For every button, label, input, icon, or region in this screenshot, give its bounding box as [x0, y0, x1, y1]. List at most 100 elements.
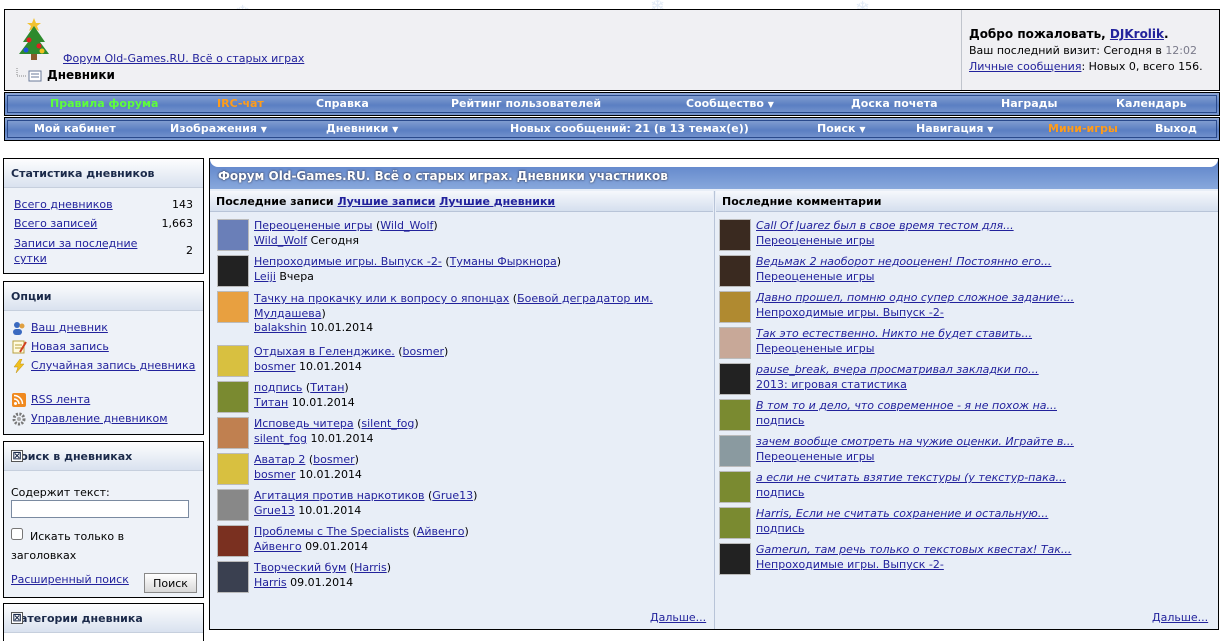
- nav-diaries[interactable]: Дневники ▼: [326, 122, 398, 135]
- nav-navigation[interactable]: Навигация ▼: [916, 122, 993, 135]
- comment-text-link[interactable]: зачем вообще смотреть на чужие оценки. И…: [756, 435, 1074, 448]
- nav-my-cabinet[interactable]: Мой кабинет: [34, 122, 116, 135]
- entry-diary-link[interactable]: Титан: [310, 381, 344, 394]
- entry-author-link[interactable]: Leiji: [254, 270, 276, 283]
- option-manage-diary[interactable]: Управление дневником: [11, 410, 197, 427]
- comment-text-link[interactable]: Давно прошел, помню одно супер сложное з…: [756, 291, 1074, 304]
- comment-entry-link[interactable]: 2013: игровая статистика: [756, 378, 907, 391]
- entry-author-link[interactable]: bosmer: [254, 468, 295, 481]
- comment-text-link[interactable]: pause_break, вчера просматривал закладки…: [756, 363, 1039, 376]
- entry-author-link[interactable]: Grue13: [254, 504, 295, 517]
- comment-entry-link[interactable]: Переоцененые игры: [756, 270, 874, 283]
- option-new-entry[interactable]: Новая запись: [11, 338, 197, 355]
- avatar[interactable]: [719, 507, 751, 539]
- entry-diary-link[interactable]: bosmer: [313, 453, 354, 466]
- entry-title-link[interactable]: подпись: [254, 381, 302, 394]
- option-label[interactable]: Случайная запись дневника: [31, 359, 195, 372]
- search-input[interactable]: [11, 500, 189, 518]
- comment-entry-link[interactable]: Переоцененые игры: [756, 234, 874, 247]
- entry-diary-link[interactable]: silent_fog: [361, 417, 414, 430]
- more-comments-link[interactable]: Дальше...: [1152, 611, 1208, 624]
- tab-latest-entries[interactable]: Последние записи: [216, 195, 334, 208]
- nav-irc-chat[interactable]: IRC-чат: [217, 97, 264, 110]
- nav-new-messages[interactable]: Новых сообщений: 21 (в 13 темах(е)): [510, 122, 749, 135]
- comment-text-link[interactable]: Call Of Juarez был в свое время тестом д…: [756, 219, 1014, 232]
- entry-title-link[interactable]: Исповедь читера: [254, 417, 354, 430]
- tab-best-diaries[interactable]: Лучшие дневники: [439, 195, 555, 208]
- entry-diary-link[interactable]: Wild_Wolf: [380, 219, 433, 232]
- entry-author-link[interactable]: Wild_Wolf: [254, 234, 307, 247]
- entry-author-link[interactable]: balakshin: [254, 321, 307, 334]
- entry-title-link[interactable]: Творческий бум: [254, 561, 346, 574]
- stat-label[interactable]: Всего дневников: [14, 198, 144, 211]
- tab-best-entries[interactable]: Лучшие записи: [337, 195, 435, 208]
- entry-title-link[interactable]: Проблемы с The Specialists: [254, 525, 409, 538]
- collapse-icon[interactable]: ⊠: [11, 450, 23, 462]
- avatar[interactable]: [217, 219, 249, 251]
- comment-text-link[interactable]: Так это естественно. Никто не будет став…: [756, 327, 1032, 340]
- avatar[interactable]: [217, 255, 249, 287]
- option-label[interactable]: Управление дневником: [31, 412, 168, 425]
- nav-awards[interactable]: Награды: [1001, 97, 1058, 110]
- comment-text-link[interactable]: Ведьмак 2 наоборот недооценен! Постоянно…: [756, 255, 1051, 268]
- avatar[interactable]: [217, 561, 249, 593]
- comment-entry-link[interactable]: Непроходимые игры. Выпуск -2-: [756, 306, 944, 319]
- entry-title-link[interactable]: Аватар 2: [254, 453, 305, 466]
- avatar[interactable]: [217, 417, 249, 449]
- comment-entry-link[interactable]: Непроходимые игры. Выпуск -2-: [756, 558, 944, 571]
- collapse-icon[interactable]: ⊠: [11, 612, 23, 624]
- christmas-tree-logo-icon[interactable]: [15, 16, 53, 64]
- nav-help[interactable]: Справка: [316, 97, 369, 110]
- nav-rules[interactable]: Правила форума: [50, 97, 158, 110]
- comment-entry-link[interactable]: Переоцененые игры: [756, 342, 874, 355]
- entry-title-link[interactable]: Тачку на прокачку или к вопросу о японца…: [254, 292, 509, 305]
- entry-diary-link[interactable]: Harris: [354, 561, 387, 574]
- avatar[interactable]: [719, 219, 751, 251]
- advanced-search-link[interactable]: Расширенный поиск: [11, 573, 129, 586]
- avatar[interactable]: [719, 435, 751, 467]
- nav-calendar[interactable]: Календарь: [1116, 97, 1187, 110]
- option-label[interactable]: Новая запись: [31, 340, 109, 353]
- nav-search[interactable]: Поиск ▼: [817, 122, 865, 135]
- stat-label[interactable]: Записи за последние сутки: [14, 236, 144, 266]
- avatar[interactable]: [217, 453, 249, 485]
- entry-author-link[interactable]: Айвенго: [254, 540, 302, 553]
- nav-community[interactable]: Сообщество ▼: [686, 97, 774, 110]
- nav-mini-games[interactable]: Мини-игры: [1048, 122, 1118, 135]
- entry-author-link[interactable]: Титан: [254, 396, 288, 409]
- avatar[interactable]: [217, 489, 249, 521]
- entry-title-link[interactable]: Агитация против наркотиков: [254, 489, 425, 502]
- entry-diary-link[interactable]: Туманы Фыркнора: [450, 255, 557, 268]
- entry-author-link[interactable]: Harris: [254, 576, 287, 589]
- option-label[interactable]: Ваш дневник: [31, 321, 108, 334]
- entry-title-link[interactable]: Переоцененые игры: [254, 219, 372, 232]
- avatar[interactable]: [217, 291, 249, 323]
- entry-title-link[interactable]: Непроходимые игры. Выпуск -2-: [254, 255, 442, 268]
- avatar[interactable]: [719, 327, 751, 359]
- avatar[interactable]: [719, 399, 751, 431]
- comment-entry-link[interactable]: подпись: [756, 486, 804, 499]
- entry-diary-link[interactable]: Grue13: [432, 489, 473, 502]
- entry-author-link[interactable]: silent_fog: [254, 432, 307, 445]
- avatar[interactable]: [217, 345, 249, 377]
- comment-text-link[interactable]: Gamerun, там речь только о текстовых кве…: [756, 543, 1071, 556]
- comment-text-link[interactable]: Harris, Если не считать сохранение и ост…: [756, 507, 1048, 520]
- avatar[interactable]: [719, 543, 751, 575]
- option-your-diary[interactable]: Ваш дневник: [11, 319, 197, 336]
- option-rss[interactable]: RSS лента: [11, 391, 197, 408]
- username-link[interactable]: DJKrolik: [1110, 27, 1164, 41]
- private-messages-link[interactable]: Личные сообщения: [969, 60, 1081, 73]
- comment-entry-link[interactable]: подпись: [756, 414, 804, 427]
- search-button[interactable]: Поиск: [144, 573, 197, 593]
- more-entries-link[interactable]: Дальше...: [650, 611, 706, 624]
- avatar[interactable]: [217, 525, 249, 557]
- avatar[interactable]: [719, 363, 751, 395]
- comment-text-link[interactable]: а если не считать взятие текстуры (у тек…: [756, 471, 1066, 484]
- entry-diary-link[interactable]: bosmer: [403, 345, 444, 358]
- avatar[interactable]: [217, 381, 249, 413]
- nav-images[interactable]: Изображения ▼: [170, 122, 267, 135]
- entry-author-link[interactable]: bosmer: [254, 360, 295, 373]
- comment-entry-link[interactable]: подпись: [756, 522, 804, 535]
- nav-logout[interactable]: Выход: [1155, 122, 1197, 135]
- nav-honor-board[interactable]: Доска почета: [851, 97, 938, 110]
